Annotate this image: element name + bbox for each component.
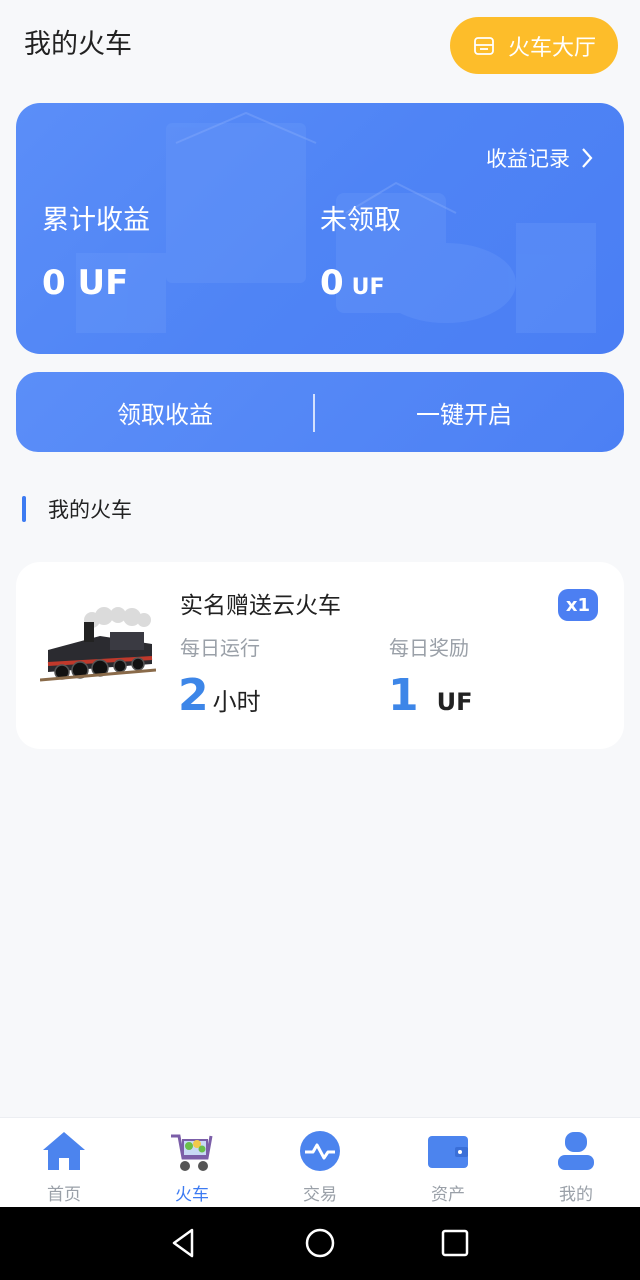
home-icon: [43, 1132, 85, 1170]
back-icon[interactable]: [165, 1225, 201, 1261]
tab-home[interactable]: 首页: [0, 1128, 128, 1206]
user-icon: [558, 1132, 594, 1170]
unclaimed-number: 0: [320, 263, 344, 303]
earnings-card: 收益记录 累计收益 0 UF 未领取 0 UF: [16, 103, 624, 354]
tab-train-label: 火车: [175, 1185, 209, 1205]
start-all-button[interactable]: 一键开启: [315, 372, 613, 452]
daily-run-value: 2 小时: [178, 670, 261, 721]
tab-trade[interactable]: 交易: [256, 1128, 384, 1206]
tab-assets-label: 资产: [431, 1185, 465, 1205]
unclaimed-value: 0 UF: [320, 263, 385, 303]
page-title: 我的火车: [24, 29, 132, 60]
section-title: 我的火车: [48, 498, 132, 522]
section-header: 我的火车: [22, 494, 132, 524]
wallet-icon: [428, 1136, 468, 1168]
unclaimed-unit: UF: [351, 275, 385, 300]
daily-reward-unit: UF: [436, 688, 473, 716]
system-navigation-bar: [0, 1207, 640, 1280]
daily-reward-value: 1 UF: [388, 670, 473, 721]
train-name: 实名赠送云火车: [180, 593, 341, 619]
cumulative-earnings-label: 累计收益: [42, 205, 150, 236]
daily-reward-number: 1: [388, 670, 419, 721]
daily-run-unit: 小时: [212, 688, 261, 716]
daily-run-label: 每日运行: [180, 636, 260, 660]
recents-icon[interactable]: [437, 1225, 473, 1261]
train-hall-button[interactable]: 火车大厅: [450, 17, 618, 74]
train-hall-label: 火车大厅: [507, 35, 596, 61]
tab-mine[interactable]: 我的: [512, 1128, 640, 1206]
locomotive-image: [40, 607, 156, 682]
header: 我的火车 火车大厅: [0, 0, 640, 88]
train-card[interactable]: 实名赠送云火车 x1 每日运行 2 小时 每日奖励 1 UF: [16, 562, 624, 749]
tab-mine-label: 我的: [559, 1185, 593, 1205]
earnings-record-link[interactable]: 收益记录: [486, 143, 594, 173]
tab-assets[interactable]: 资产: [384, 1128, 512, 1206]
home-circle-icon[interactable]: [302, 1225, 338, 1261]
trade-icon: [300, 1131, 340, 1171]
action-bar: 领取收益 一键开启: [16, 372, 624, 452]
bottom-tab-bar: 首页 火车 交易 资产 我的: [0, 1117, 640, 1207]
daily-reward-label: 每日奖励: [389, 636, 469, 660]
chevron-right-icon: [582, 148, 593, 168]
train-count-badge: x1: [558, 589, 598, 621]
cumulative-earnings-value: 0 UF: [42, 263, 129, 303]
tab-trade-label: 交易: [303, 1185, 337, 1205]
claim-earnings-button[interactable]: 领取收益: [16, 372, 314, 452]
section-accent-bar: [22, 496, 26, 522]
store-icon: [474, 36, 494, 55]
unclaimed-label: 未领取: [320, 205, 401, 236]
daily-run-number: 2: [178, 670, 209, 721]
tab-home-label: 首页: [47, 1185, 81, 1205]
tab-train[interactable]: 火车: [128, 1128, 256, 1206]
earnings-record-label: 收益记录: [486, 147, 570, 171]
cart-icon: [171, 1134, 213, 1171]
